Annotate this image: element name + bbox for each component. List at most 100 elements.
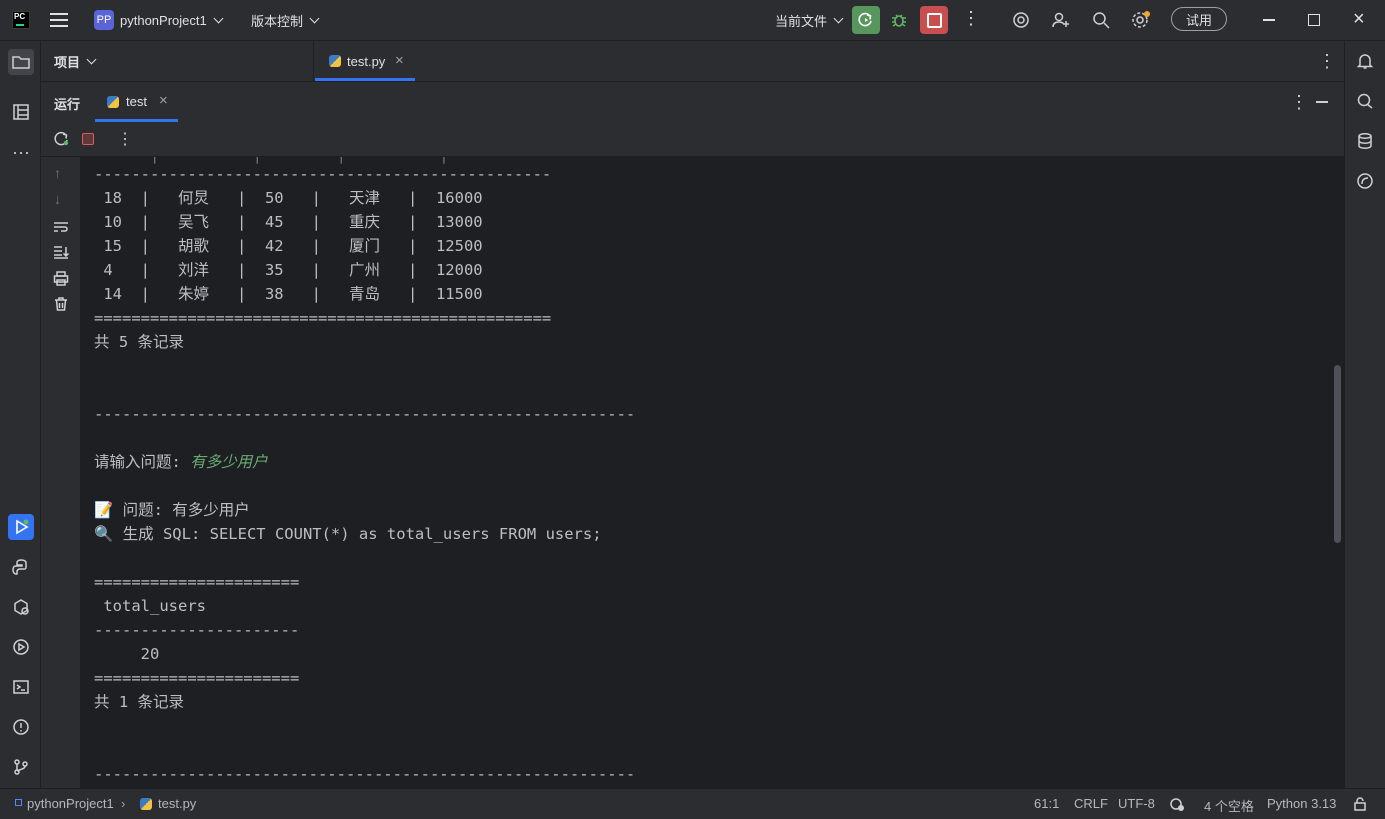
run-toolbar: ⋮ <box>41 122 1344 157</box>
settings-gear-icon[interactable] <box>1130 10 1152 33</box>
panel-divider <box>313 41 314 81</box>
trial-button[interactable]: 试用 <box>1171 7 1227 31</box>
section-divider-2: ----------------------------------------… <box>94 765 636 783</box>
project-module-icon <box>15 799 22 806</box>
run-tool-icon[interactable] <box>8 514 34 540</box>
python-file-icon <box>329 55 341 67</box>
stop-small-icon[interactable] <box>82 133 94 145</box>
indent-setting[interactable]: 4 个空格 <box>1204 796 1254 815</box>
soft-wrap-icon[interactable] <box>53 220 69 237</box>
question-line: 📝 问题: 有多少用户 <box>94 501 250 519</box>
tab-test-py-label: test.py <box>347 54 386 69</box>
run-more-icon[interactable]: ⋮ <box>1290 92 1308 113</box>
table2-separator-bottom: ====================== <box>94 669 300 687</box>
problems-icon[interactable] <box>9 715 33 739</box>
close-tab-icon[interactable]: × <box>395 52 404 69</box>
python-packages-icon[interactable] <box>9 555 33 579</box>
status-bar: pythonProject1 › test.py 61:1 CRLF UTF-8… <box>0 788 1385 819</box>
copilot-icon[interactable] <box>1353 169 1377 193</box>
ai-chat-icon[interactable] <box>1353 89 1377 113</box>
more-actions-icon[interactable]: ⋮ <box>962 9 980 29</box>
table1-record-count: 共 5 条记录 <box>94 333 184 351</box>
terminal-icon[interactable] <box>9 675 33 699</box>
prompt-user-input: 有多少用户 <box>190 453 268 471</box>
project-selector[interactable]: pythonProject1 <box>120 0 222 40</box>
tab-test-py[interactable]: test.py × <box>315 41 415 81</box>
debug-button[interactable] <box>889 10 911 30</box>
left-tool-strip: ··· <box>0 41 41 788</box>
run-config-selector[interactable]: 当前文件 <box>775 0 842 40</box>
cursor-position[interactable]: 61:1 <box>1034 796 1059 811</box>
code-style-icon[interactable] <box>1169 796 1185 815</box>
rerun-button[interactable] <box>852 6 880 34</box>
console-scrollbar[interactable] <box>1334 365 1341 543</box>
table-row: 14 | 朱婷 | 38 | 青岛 | 11500 <box>94 285 483 303</box>
prompt-line: 请输入问题: 有多少用户 <box>94 450 268 474</box>
clear-trash-icon[interactable] <box>53 296 69 315</box>
editor-more-icon[interactable]: ⋮ <box>1318 51 1336 72</box>
structure-icon[interactable] <box>9 100 33 124</box>
breadcrumb-chevron-icon: › <box>121 796 126 811</box>
run-services-icon[interactable] <box>9 635 33 659</box>
add-user-icon[interactable] <box>1051 10 1071 33</box>
right-tool-strip <box>1344 41 1385 788</box>
main-menu-icon[interactable] <box>50 13 68 27</box>
lock-icon[interactable] <box>1353 796 1367 815</box>
python-run-icon <box>107 96 119 108</box>
editor-tab-row: 项目 test.py × ⋮ <box>41 41 1344 82</box>
print-icon[interactable] <box>53 271 69 289</box>
run-config-label: 当前文件 <box>775 13 828 29</box>
ai-assistant-icon[interactable] <box>1011 10 1031 33</box>
active-tab-indicator <box>315 78 415 81</box>
table-row: 4 | 刘洋 | 35 | 广州 | 12000 <box>94 261 483 279</box>
table-row: 10 | 吴飞 | 45 | 重庆 | 13000 <box>94 213 483 231</box>
tab-run-test[interactable]: test × <box>95 82 178 122</box>
status-project[interactable]: pythonProject1 <box>27 796 114 811</box>
file-encoding[interactable]: UTF-8 <box>1118 796 1155 811</box>
rerun-icon <box>858 12 872 27</box>
toolbar-more-icon[interactable]: ⋮ <box>117 129 133 149</box>
more-tools-icon[interactable]: ··· <box>9 140 33 164</box>
close-run-tab-icon[interactable]: × <box>159 92 168 109</box>
run-panel-title: 运行 <box>54 97 81 112</box>
project-badge[interactable]: PP <box>94 10 114 30</box>
notifications-bell-icon[interactable] <box>1353 49 1377 73</box>
scroll-up-icon[interactable]: ↑ <box>54 165 61 181</box>
python-interpreter[interactable]: Python 3.13 <box>1267 796 1336 811</box>
console-output[interactable]: | | | | --------------------------------… <box>80 157 1344 788</box>
table2-separator-top: ====================== <box>94 573 300 591</box>
minimize-icon[interactable] <box>1263 19 1275 21</box>
stop-button[interactable] <box>920 6 948 34</box>
project-panel-selector[interactable]: 项目 <box>54 41 95 81</box>
project-folder-icon[interactable] <box>8 49 34 75</box>
status-file[interactable]: test.py <box>158 796 196 811</box>
pycharm-logo-icon: PC <box>12 11 30 29</box>
services-icon[interactable] <box>9 595 33 619</box>
console-gutter: ↑ ↓ <box>41 157 80 788</box>
title-bar: PC PP pythonProject1 版本控制 当前文件 ⋮ 试用 × <box>0 0 1385 41</box>
git-icon[interactable] <box>9 755 33 779</box>
line-ending[interactable]: CRLF <box>1074 796 1108 811</box>
project-panel-label: 项目 <box>54 54 81 70</box>
maximize-icon[interactable] <box>1308 14 1320 26</box>
database-icon[interactable] <box>1353 129 1377 153</box>
scroll-to-end-icon[interactable] <box>53 245 70 262</box>
hide-panel-icon[interactable] <box>1316 101 1328 103</box>
search-icon[interactable] <box>1091 10 1111 33</box>
python-file-icon <box>140 798 152 810</box>
run-tab-row: 运行 test × ⋮ <box>41 82 1344 123</box>
vcs-menu[interactable]: 版本控制 <box>251 0 318 40</box>
table2-value: 20 <box>94 645 160 663</box>
bug-icon <box>892 14 906 27</box>
table1-separator-bottom: ========================================… <box>94 309 552 327</box>
scroll-down-icon[interactable]: ↓ <box>54 191 61 207</box>
run-tab-label: test <box>126 94 147 109</box>
table-row: 18 | 何炅 | 50 | 天津 | 16000 <box>94 189 483 207</box>
table2-header: total_users <box>94 597 206 615</box>
section-divider: ----------------------------------------… <box>94 405 636 423</box>
sql-line: 🔍 生成 SQL: SELECT COUNT(*) as total_users… <box>94 525 602 543</box>
vcs-label: 版本控制 <box>251 13 304 29</box>
prompt-label: 请输入问题: <box>94 453 191 471</box>
close-window-icon[interactable]: × <box>1353 9 1367 30</box>
rerun-small-icon[interactable] <box>54 131 70 150</box>
